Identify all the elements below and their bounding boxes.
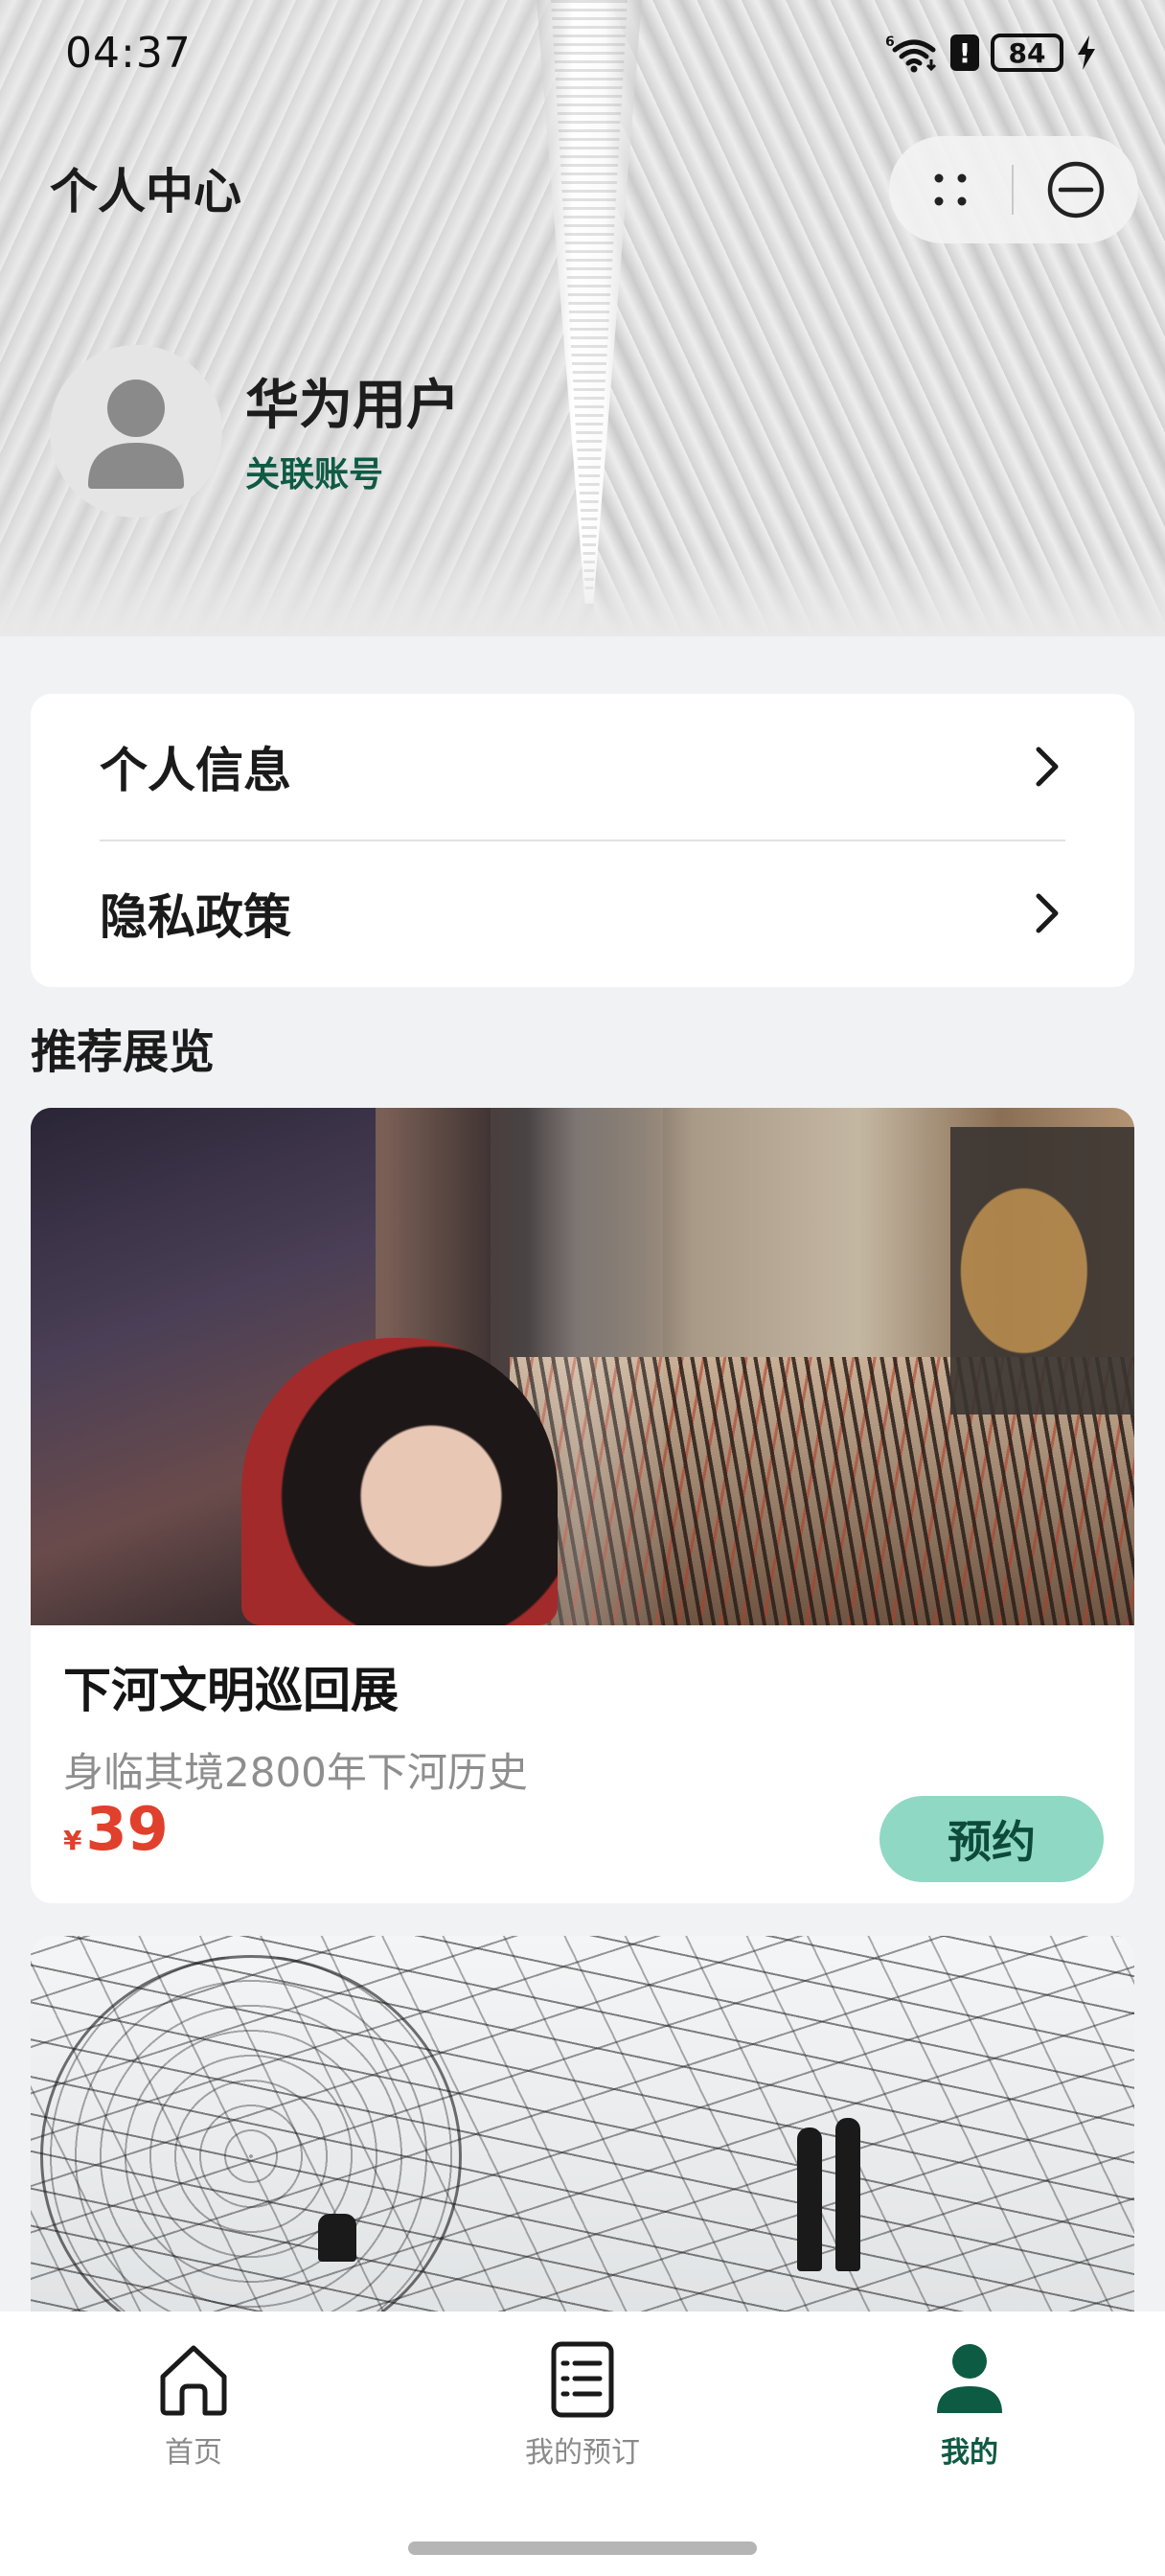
visitor-figure <box>835 2118 860 2271</box>
bottom-tab-bar: 首页 我的预订 我的 <box>0 2312 1165 2576</box>
close-button[interactable] <box>1014 136 1138 243</box>
status-bar: 04:37 6 ! 84 <box>0 0 1165 115</box>
miniapp-capsule <box>889 136 1138 243</box>
charging-icon <box>1078 35 1095 70</box>
home-indicator[interactable] <box>408 2542 757 2555</box>
exhibition-card[interactable] <box>31 1936 1134 2338</box>
exhibit-map-wall <box>950 1127 1134 1414</box>
tab-label: 我的预订 <box>525 2436 640 2470</box>
alert-icon: ! <box>950 34 979 71</box>
chevron-right-icon <box>1036 893 1059 933</box>
home-icon <box>160 2345 227 2416</box>
menu-card: 个人信息 隐私政策 <box>31 694 1134 987</box>
menu-item-personal-info[interactable]: 个人信息 <box>100 694 1065 840</box>
section-title-recommend: 推荐展览 <box>31 1025 216 1079</box>
exhibition-title: 下河文明巡回展 <box>63 1663 399 1718</box>
menu-item-label: 个人信息 <box>100 743 291 798</box>
exhibition-description: 身临其境2800年下河历史 <box>63 1749 528 1796</box>
menu-item-privacy-policy[interactable]: 隐私政策 <box>100 840 1065 986</box>
battery-indicator: 84 <box>991 34 1063 72</box>
tab-my-bookings[interactable]: 我的预订 <box>487 2338 678 2482</box>
svg-text:6: 6 <box>885 34 895 50</box>
visitor-figure <box>318 2214 356 2262</box>
tab-home[interactable]: 首页 <box>98 2338 289 2482</box>
list-icon <box>551 2341 614 2418</box>
more-dots-icon <box>934 173 967 206</box>
price-currency: ¥ <box>63 1825 82 1856</box>
exhibition-card[interactable]: 下河文明巡回展 身临其境2800年下河历史 ¥ 39 预约 <box>31 1108 1134 1903</box>
visitor-figure <box>797 2128 822 2271</box>
user-avatar-icon <box>88 380 184 489</box>
child-figure <box>241 1338 558 1625</box>
wifi-icon: 6 <box>885 34 937 73</box>
more-button[interactable] <box>889 136 1012 243</box>
avatar[interactable] <box>50 345 222 518</box>
status-icons: 6 ! 84 <box>885 33 1098 73</box>
price-amount: 39 <box>85 1794 169 1864</box>
minus-circle-icon <box>1047 161 1105 218</box>
page-title: 个人中心 <box>50 164 241 219</box>
tab-mine[interactable]: 我的 <box>874 2338 1065 2482</box>
web-sphere-sculpture <box>40 1955 462 2338</box>
user-name: 华为用户 <box>245 375 460 437</box>
menu-item-label: 隐私政策 <box>100 889 291 945</box>
exhibition-price: ¥ 39 <box>63 1794 169 1864</box>
chevron-right-icon <box>1036 747 1059 787</box>
tab-label: 我的 <box>941 2436 998 2470</box>
header-fade <box>0 550 1165 636</box>
status-time: 04:37 <box>65 29 192 78</box>
user-icon <box>937 2344 1002 2413</box>
link-account-link[interactable]: 关联账号 <box>245 447 383 496</box>
tab-label: 首页 <box>165 2436 222 2470</box>
exhibition-image <box>31 1108 1134 1625</box>
reserve-button[interactable]: 预约 <box>879 1796 1104 1882</box>
